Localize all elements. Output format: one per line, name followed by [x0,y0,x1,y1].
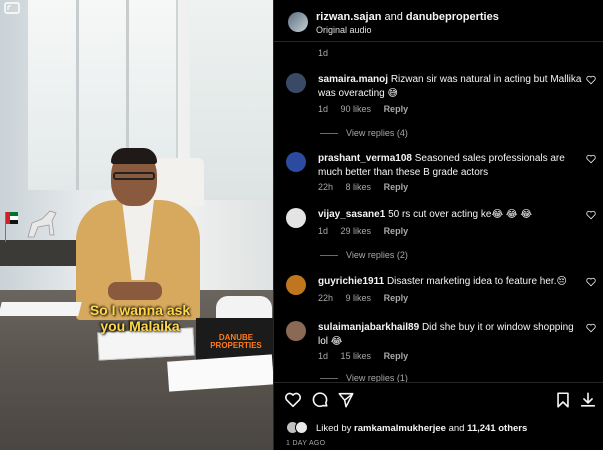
video-caption: So I wanna ask you Malaika [60,302,220,334]
liked-others-link[interactable]: 11,241 others [467,423,527,434]
heart-icon[interactable] [284,391,302,409]
replies-divider [320,255,338,257]
share-icon[interactable] [337,391,355,409]
comment-icon[interactable] [311,391,329,409]
comment-likes[interactable]: 15 likes [341,351,372,361]
reply-button[interactable]: Reply [384,182,409,192]
author-connector: and [384,11,403,23]
bookmark-icon[interactable] [554,391,572,409]
liked-by-text: Liked by ramkamalmukherjee and 11,241 ot… [316,423,527,434]
comment-likes[interactable]: 9 likes [346,293,372,303]
comment-username[interactable]: samaira.manoj [318,74,388,85]
reply-button[interactable]: Reply [384,104,409,114]
comment-likes[interactable]: 8 likes [346,182,372,192]
view-replies-button[interactable]: View replies (2) [320,250,408,260]
author-link-1[interactable]: rizwan.sajan [316,11,381,23]
comment-meta: 1d 90 likes Reply [318,104,418,114]
liker-avatar [295,421,308,434]
comment-avatar[interactable] [286,73,306,93]
reply-button[interactable]: Reply [384,293,409,303]
view-replies-button[interactable]: View replies (1) [320,373,408,382]
comment-text: sulaimanjabarkhail89 Did she buy it or w… [318,321,583,349]
post-time-ago: 1 DAY AGO [286,440,326,447]
download-icon[interactable] [579,391,597,409]
comment-username[interactable]: sulaimanjabarkhail89 [318,322,419,333]
comment-meta: 1d 29 likes Reply [318,226,418,236]
post-authors: rizwan.sajan and danubeproperties [316,11,499,23]
comments-panel: rizwan.sajan and danubeproperties Origin… [273,0,603,450]
liked-user-link[interactable]: ramkamalmukherjee [354,423,446,434]
heart-icon[interactable] [586,277,596,287]
author-link-2[interactable]: danubeproperties [406,11,499,23]
comment-time: 22h [318,182,334,192]
uae-flag [5,212,18,242]
reel-video[interactable]: DANUBE PROPERTIES So I wanna ask you Mal… [0,0,273,450]
comment-text: samaira.manoj Rizwan sir was natural in … [318,73,583,101]
comment-username[interactable]: prashant_verma108 [318,153,412,164]
reply-button[interactable]: Reply [384,351,409,361]
comment-body: Disaster marketing idea to feature her.😔 [386,276,567,287]
heart-icon[interactable] [586,323,596,333]
expand-icon[interactable] [4,2,20,14]
comment-time: 1d [318,351,329,361]
comment-time: 1d [318,104,329,114]
liked-and: and [448,423,465,434]
comment-avatar[interactable] [286,321,306,341]
comment-time: 1d [318,226,329,236]
audio-label[interactable]: Original audio [316,25,372,35]
person-hands [108,282,162,300]
action-bar: Liked by ramkamalmukherjee and 11,241 ot… [274,382,603,450]
heart-icon[interactable] [586,210,596,220]
comment-meta: 22h 8 likes Reply [318,182,418,192]
comment-list[interactable]: 1d samaira.manoj Rizwan sir was natural … [274,42,603,382]
person-glasses [113,172,155,180]
comment-time: 22h [318,293,334,303]
comment-body: 50 rs cut over acting ke😂 😂 😂 [388,209,533,220]
person-hair [111,148,157,164]
caption-line-2: you Malaika [100,318,180,334]
view-replies-label: View replies (1) [346,373,408,382]
comment-meta: 22h 9 likes Reply [318,293,418,303]
view-replies-button[interactable]: View replies (4) [320,128,408,138]
header-avatar[interactable] [288,12,308,32]
comment-text: prashant_verma108 Seasoned sales profess… [318,152,583,180]
comment-text: guyrichie1911 Disaster marketing idea to… [318,275,583,289]
view-replies-label: View replies (4) [346,128,408,138]
horse-statue [27,210,57,238]
reply-button[interactable]: Reply [384,226,409,236]
caption-time: 1d [318,48,329,58]
comment-username[interactable]: guyrichie1911 [318,276,384,287]
comment-text: vijay_sasane1 50 rs cut over acting ke😂 … [318,208,583,222]
post-header: rizwan.sajan and danubeproperties Origin… [274,0,603,42]
replies-divider [320,378,338,380]
box-brand-text: DANUBE PROPERTIES [200,334,272,350]
view-replies-label: View replies (2) [346,250,408,260]
heart-icon[interactable] [586,75,596,85]
comment-avatar[interactable] [286,208,306,228]
chair [150,158,204,206]
comment-avatar[interactable] [286,275,306,295]
comment-username[interactable]: vijay_sasane1 [318,209,385,220]
caption-line-1: So I wanna ask [89,302,191,318]
replies-divider [320,133,338,135]
comment-likes[interactable]: 29 likes [341,226,372,236]
heart-icon[interactable] [586,154,596,164]
box-brand-line2: PROPERTIES [210,341,262,350]
comment-likes[interactable]: 90 likes [341,104,372,114]
liked-prefix: Liked by [316,423,352,434]
liker-avatars[interactable] [286,421,314,435]
comment-meta: 1d 15 likes Reply [318,351,418,361]
comment-avatar[interactable] [286,152,306,172]
